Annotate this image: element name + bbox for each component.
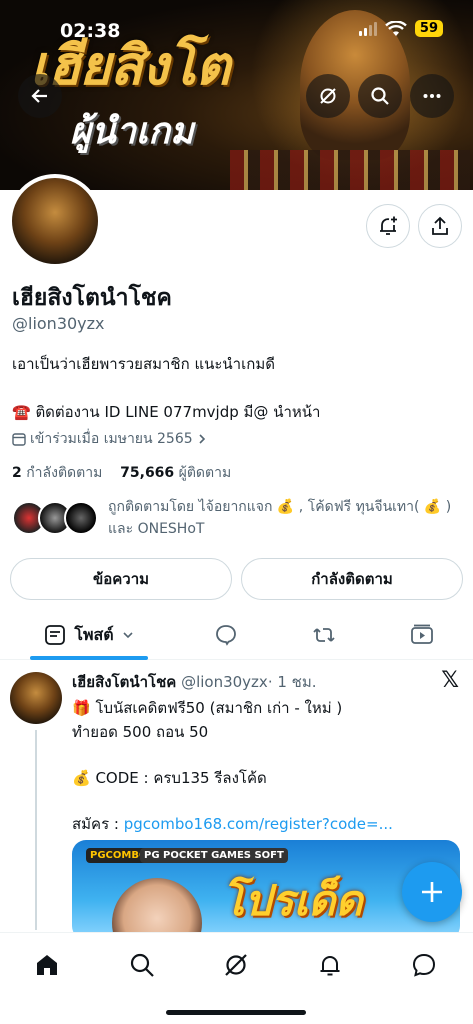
- chevron-right-icon: [199, 434, 205, 444]
- post-header: เฮียสิงโตนำโชค @lion30yzx· 1 ชม.: [72, 670, 317, 694]
- tab-reposts[interactable]: [302, 610, 346, 660]
- followers-count: 75,666: [120, 465, 175, 481]
- post-time: · 1 ชม.: [267, 673, 317, 691]
- status-icons: 59: [358, 20, 443, 37]
- battery-indicator: 59: [414, 20, 443, 37]
- grok-button[interactable]: [306, 74, 350, 118]
- arrow-left-icon: [31, 89, 47, 103]
- calendar-icon: [12, 433, 26, 446]
- nav-notifications[interactable]: [310, 945, 350, 985]
- notify-button[interactable]: [366, 204, 410, 248]
- wifi-icon: [385, 20, 407, 36]
- image-tag: PG POCKET GAMES SOFT: [140, 848, 288, 863]
- follower-avatar: [64, 501, 98, 535]
- followed-by-avatars: [12, 496, 102, 536]
- image-promo-text: โปรเด็ด: [222, 876, 363, 925]
- post-author-name[interactable]: เฮียสิงโตนำโชค: [72, 673, 176, 691]
- post-text-line: 💰 CODE : ครบ135 รีลงโค้ด: [72, 769, 267, 787]
- post-author-avatar[interactable]: [10, 672, 62, 724]
- follow-counts: 2 กำลังติดตาม 75,666 ผู้ติดตาม: [12, 462, 231, 484]
- reply-icon: [216, 625, 236, 646]
- search-icon: [371, 87, 389, 105]
- bell-icon: [320, 956, 340, 976]
- register-link[interactable]: pgcombo168.com/register?code=...: [124, 815, 393, 833]
- post-author-handle[interactable]: @lion30yzx: [181, 673, 268, 691]
- banner-title-2: ผู้นำเกม: [70, 110, 194, 152]
- followers-label: ผู้ติดตาม: [178, 465, 232, 481]
- tab-media[interactable]: [400, 610, 444, 660]
- status-time: 02:38: [60, 20, 121, 42]
- x-logo-icon: 𝕏: [441, 668, 459, 693]
- video-icon: [411, 624, 433, 644]
- following-label: กำลังติดตาม: [26, 465, 103, 481]
- plus-icon: [422, 882, 442, 902]
- search-icon: [130, 953, 154, 977]
- home-icon: [37, 955, 57, 975]
- grok-icon: [320, 88, 336, 104]
- compose-button[interactable]: [402, 862, 462, 922]
- joined-text: เข้าร่วมเมื่อ เมษายน 2565: [30, 431, 193, 447]
- bell-plus-icon: [380, 216, 397, 235]
- tab-posts-label: โพสต์: [74, 624, 114, 644]
- search-button[interactable]: [358, 74, 402, 118]
- following-button[interactable]: กำลังติดตาม: [241, 558, 463, 600]
- profile-bio: เอาเป็นว่าเฮียพารวยสมาชิก แนะนำเกมดี: [12, 355, 275, 373]
- thread-line: [35, 730, 37, 930]
- following-count: 2: [12, 465, 22, 481]
- nav-messages[interactable]: [404, 945, 444, 985]
- register-label: สมัคร :: [72, 815, 119, 833]
- nav-home[interactable]: [27, 945, 67, 985]
- profile-name: เฮียสิงโตนำโชค: [12, 285, 172, 311]
- posts-icon: [45, 625, 66, 645]
- signal-icon: [358, 21, 377, 36]
- image-person: [112, 878, 202, 940]
- share-icon: [432, 216, 448, 235]
- home-indicator: [166, 1010, 306, 1015]
- back-button[interactable]: [18, 74, 62, 118]
- profile-avatar[interactable]: [8, 174, 102, 268]
- profile-tabs: โพสต์: [0, 610, 473, 660]
- profile-joined[interactable]: เข้าร่วมเมื่อ เมษายน 2565: [12, 428, 207, 450]
- nav-grok[interactable]: [216, 945, 256, 985]
- followers-link[interactable]: 75,666 ผู้ติดตาม: [120, 465, 231, 481]
- message-button[interactable]: ข้อความ: [10, 558, 232, 600]
- post-register-line: สมัคร : pgcombo168.com/register?code=...: [72, 812, 393, 836]
- banner-chips-image: [230, 150, 470, 190]
- tab-replies[interactable]: [204, 610, 248, 660]
- chat-icon: [412, 953, 436, 977]
- share-button[interactable]: [418, 204, 462, 248]
- grok-icon: [225, 954, 247, 976]
- followed-by-text: ถูกติดตามโดย ไจ้อยากแจก 💰 , โค้ดฟรี ทุนจ…: [108, 499, 452, 537]
- more-dots-icon: [423, 94, 441, 98]
- profile-contact: ☎️ ติดต่องาน ID LINE 077mvjdp มี@ นำหน้า: [12, 403, 321, 421]
- post-text-line: ทำยอด 500 ถอน 50: [72, 723, 209, 741]
- repost-icon: [313, 628, 335, 642]
- chevron-down-icon: [123, 632, 133, 639]
- active-tab-indicator: [30, 656, 148, 660]
- nav-search[interactable]: [122, 945, 162, 985]
- profile-handle: @lion30yzx: [12, 314, 105, 333]
- tab-posts[interactable]: โพสต์: [30, 610, 148, 660]
- more-button[interactable]: [410, 74, 454, 118]
- following-link[interactable]: 2 กำลังติดตาม: [12, 465, 102, 481]
- followed-by-row[interactable]: ถูกติดตามโดย ไจ้อยากแจก 💰 , โค้ดฟรี ทุนจ…: [12, 496, 462, 540]
- post-text-line: 🎁 โบนัสเคดิตฟรี50 (สมาชิก เก่า - ใหม่ ): [72, 699, 343, 717]
